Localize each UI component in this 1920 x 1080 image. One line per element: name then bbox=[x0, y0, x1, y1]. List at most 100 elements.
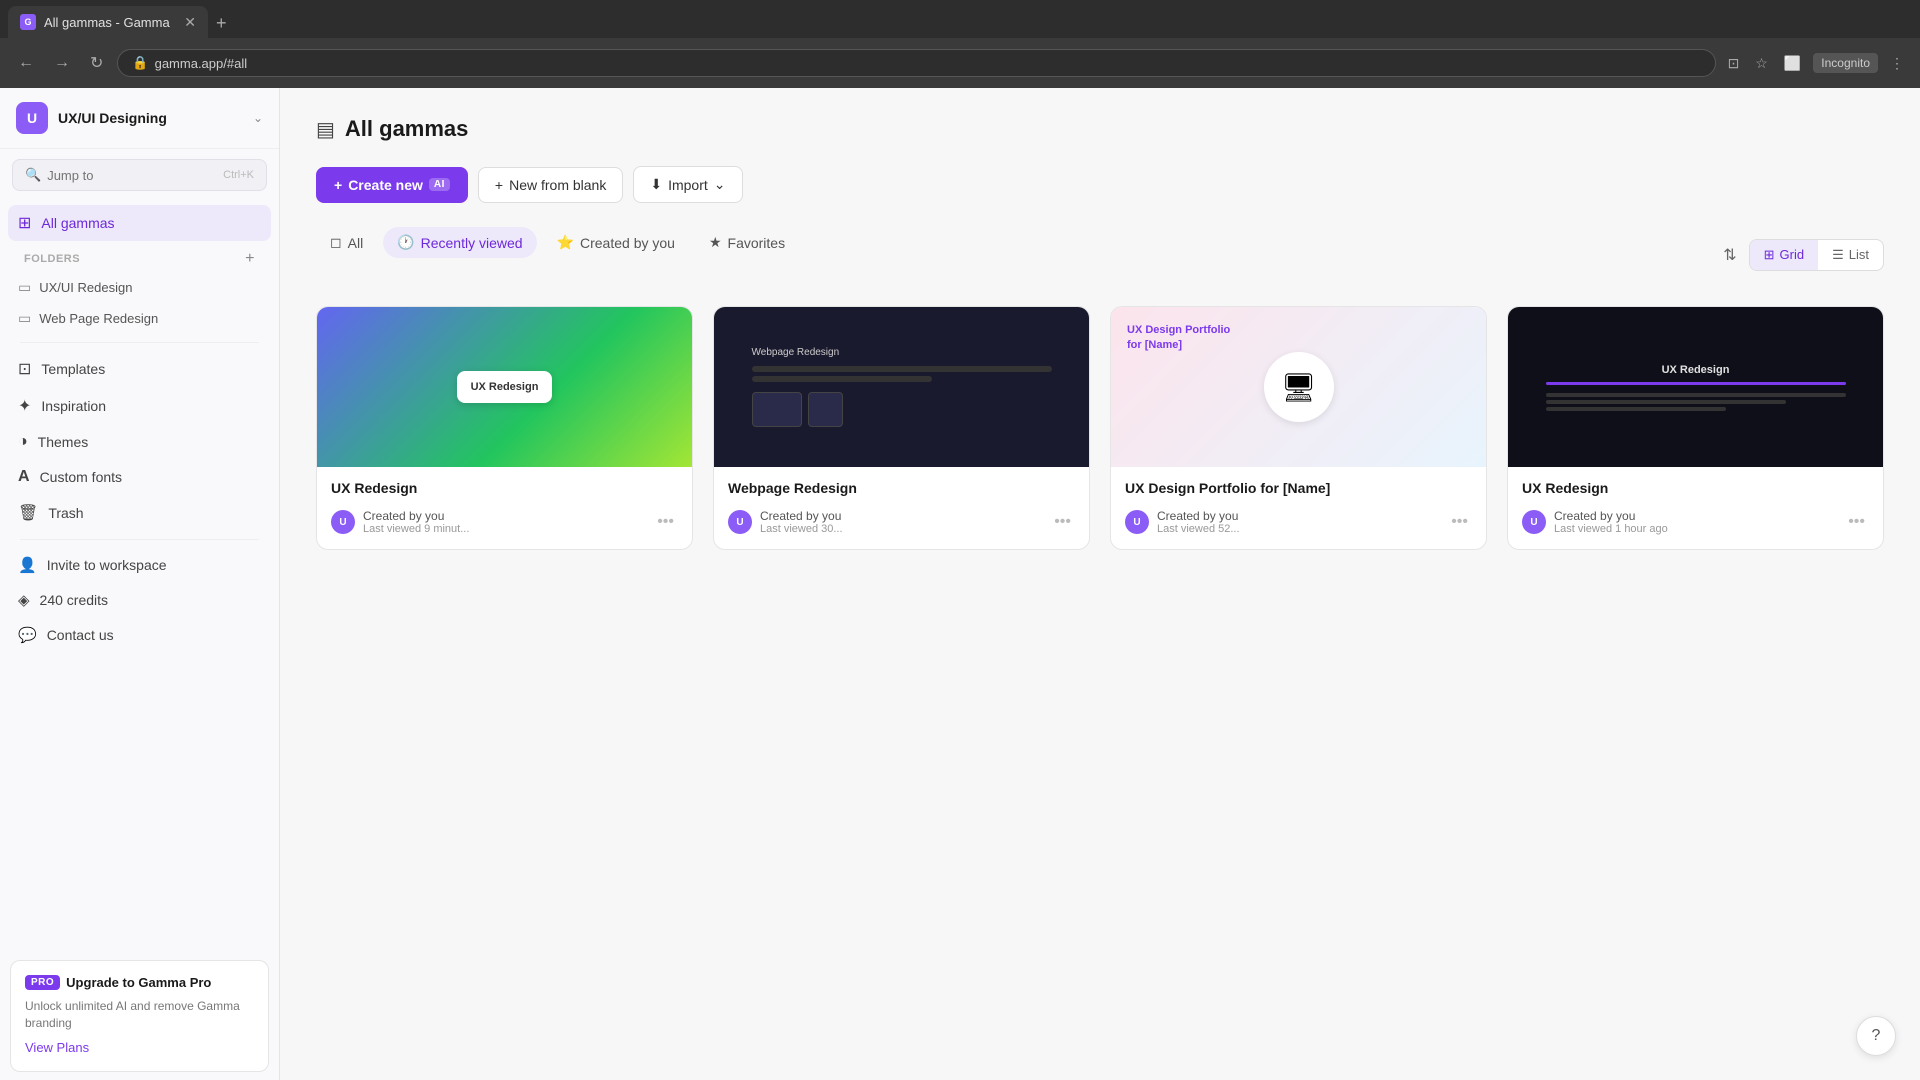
card-meta-text: Created by you Last viewed 52... bbox=[1157, 509, 1439, 535]
bookmark-star-button[interactable]: ☆ bbox=[1751, 51, 1772, 76]
nav-trash[interactable]: 🗑 Trash bbox=[8, 495, 271, 531]
nav-custom-fonts[interactable]: A Custom fonts bbox=[8, 460, 271, 494]
card-body: UX Design Portfolio for [Name] U Created… bbox=[1111, 467, 1486, 549]
view-toggle: ⊞ Grid ☰ List bbox=[1749, 239, 1884, 271]
trash-label: Trash bbox=[48, 505, 261, 521]
filter-created-label: Created by you bbox=[580, 235, 675, 251]
card-title: UX Redesign bbox=[331, 479, 678, 497]
avatar: U bbox=[331, 510, 355, 534]
folder-label: Web Page Redesign bbox=[39, 311, 158, 326]
filter-all-tab[interactable]: ◻ All bbox=[316, 227, 377, 258]
filter-all-icon: ◻ bbox=[330, 234, 342, 251]
card-meta-text: Created by you Last viewed 1 hour ago bbox=[1554, 509, 1836, 535]
list-view-button[interactable]: ☰ List bbox=[1818, 240, 1883, 270]
custom-fonts-label: Custom fonts bbox=[40, 469, 261, 485]
card-body: UX Redesign U Created by you Last viewed… bbox=[317, 467, 692, 549]
filter-all-label: All bbox=[348, 235, 364, 251]
card-body: UX Redesign U Created by you Last viewed… bbox=[1508, 467, 1883, 549]
nav-all-gammas[interactable]: ⊞ All gammas bbox=[8, 205, 271, 241]
nav-invite[interactable]: 👤 Invite to workspace bbox=[8, 548, 271, 582]
help-button[interactable]: ? bbox=[1856, 1016, 1896, 1056]
card-body: Webpage Redesign U Created by you Last v… bbox=[714, 467, 1089, 549]
card-meta: U Created by you Last viewed 1 hour ago … bbox=[1522, 509, 1869, 535]
folder-icon: ▭ bbox=[18, 310, 31, 327]
filter-recently-icon: 🕐 bbox=[397, 234, 414, 251]
templates-icon: ⊡ bbox=[18, 359, 31, 379]
card-last-viewed: Last viewed 52... bbox=[1157, 523, 1439, 535]
filter-favorites-tab[interactable]: ★ Favorites bbox=[695, 227, 799, 258]
card-meta: U Created by you Last viewed 9 minut... … bbox=[331, 509, 678, 535]
menu-button[interactable]: ⋮ bbox=[1886, 51, 1908, 76]
nav-inspiration[interactable]: ✦ Inspiration bbox=[8, 388, 271, 424]
workspace-chevron-icon[interactable]: ⌄ bbox=[253, 111, 263, 125]
filter-tabs: ◻ All 🕐 Recently viewed ⭐ Created by you… bbox=[316, 227, 1717, 258]
card-menu-button[interactable]: ••• bbox=[1844, 511, 1869, 533]
import-label: Import bbox=[668, 177, 708, 193]
custom-fonts-icon: A bbox=[18, 468, 30, 486]
active-tab[interactable]: G All gammas - Gamma ✕ bbox=[8, 6, 208, 38]
cast-button[interactable]: ⊡ bbox=[1724, 51, 1744, 76]
forward-button[interactable]: → bbox=[48, 50, 76, 76]
card-menu-button[interactable]: ••• bbox=[1050, 511, 1075, 533]
avatar: U bbox=[728, 510, 752, 534]
search-bar[interactable]: 🔍 Ctrl+K bbox=[12, 159, 267, 191]
card-thumbnail: Webpage Redesign bbox=[714, 307, 1089, 467]
browser-tabs: G All gammas - Gamma ✕ + bbox=[0, 0, 1920, 38]
folder-web-page[interactable]: ▭ Web Page Redesign bbox=[8, 303, 271, 334]
refresh-button[interactable]: ↻ bbox=[84, 49, 109, 77]
filter-recently-viewed-tab[interactable]: 🕐 Recently viewed bbox=[383, 227, 536, 258]
filter-favorites-icon: ★ bbox=[709, 234, 722, 251]
trash-icon: 🗑 bbox=[18, 503, 38, 523]
nav-themes[interactable]: ◑ Themes bbox=[8, 425, 271, 459]
sidebar-nav: ⊞ All gammas Folders + ▭ UX/UI Redesign … bbox=[0, 201, 279, 950]
card-meta-text: Created by you Last viewed 30... bbox=[760, 509, 1042, 535]
card-menu-button[interactable]: ••• bbox=[653, 511, 678, 533]
sidebar: U UX/UI Designing ⌄ 🔍 Ctrl+K ⊞ All gamma… bbox=[0, 88, 280, 1080]
create-new-label: Create new bbox=[348, 177, 423, 193]
invite-label: Invite to workspace bbox=[47, 557, 167, 573]
folder-ux-redesign[interactable]: ▭ UX/UI Redesign bbox=[8, 272, 271, 303]
tab-button[interactable]: ⬜ bbox=[1780, 51, 1805, 76]
browser-chrome: G All gammas - Gamma ✕ + ← → ↻ 🔒 gamma.a… bbox=[0, 0, 1920, 88]
table-row[interactable]: UX Redesign UX Redesign U Created by you bbox=[1507, 306, 1884, 550]
nav-contact[interactable]: 💬 Contact us bbox=[8, 618, 271, 652]
card-title: UX Redesign bbox=[1522, 479, 1869, 497]
table-row[interactable]: UX Design Portfoliofor [Name] 🖥 UX Desig… bbox=[1110, 306, 1487, 550]
close-tab-button[interactable]: ✕ bbox=[184, 14, 196, 31]
card-creator: Created by you bbox=[760, 509, 1042, 523]
grid-label: Grid bbox=[1780, 247, 1805, 262]
create-new-button[interactable]: + Create new AI bbox=[316, 167, 468, 203]
card-meta: U Created by you Last viewed 30... ••• bbox=[728, 509, 1075, 535]
card-menu-button[interactable]: ••• bbox=[1447, 511, 1472, 533]
filter-favorites-label: Favorites bbox=[728, 235, 786, 251]
all-gammas-icon: ⊞ bbox=[18, 213, 31, 233]
sidebar-divider-2 bbox=[20, 539, 259, 540]
sort-button[interactable]: ⇅ bbox=[1717, 239, 1742, 271]
workspace-avatar: U bbox=[16, 102, 48, 134]
card-title: Webpage Redesign bbox=[728, 479, 1075, 497]
import-button[interactable]: ⬇ Import ⌄ bbox=[633, 166, 742, 203]
back-button[interactable]: ← bbox=[12, 50, 40, 76]
nav-all-gammas-label: All gammas bbox=[41, 215, 261, 231]
inspiration-icon: ✦ bbox=[18, 396, 31, 416]
new-tab-button[interactable]: + bbox=[208, 9, 235, 38]
address-bar[interactable]: 🔒 gamma.app/#all bbox=[117, 49, 1715, 77]
view-controls: ⇅ ⊞ Grid ☰ List bbox=[1717, 239, 1884, 271]
upgrade-description: Unlock unlimited AI and remove Gamma bra… bbox=[25, 998, 254, 1032]
table-row[interactable]: Webpage Redesign Webpage Redesign U bbox=[713, 306, 1090, 550]
filter-created-by-you-tab[interactable]: ⭐ Created by you bbox=[543, 227, 689, 258]
sidebar-header: U UX/UI Designing ⌄ bbox=[0, 88, 279, 149]
nav-templates[interactable]: ⊡ Templates bbox=[8, 351, 271, 387]
nav-credits[interactable]: ◈ 240 credits bbox=[8, 583, 271, 617]
view-plans-link[interactable]: View Plans bbox=[25, 1040, 89, 1055]
table-row[interactable]: UX Redesign UX Redesign U Created by you… bbox=[316, 306, 693, 550]
new-from-blank-button[interactable]: + New from blank bbox=[478, 167, 623, 203]
themes-label: Themes bbox=[38, 434, 261, 450]
add-folder-button[interactable]: + bbox=[245, 250, 255, 268]
browser-nav: ← → ↻ 🔒 gamma.app/#all ⊡ ☆ ⬜ Incognito ⋮ bbox=[0, 38, 1920, 88]
search-input[interactable] bbox=[47, 168, 217, 183]
invite-icon: 👤 bbox=[18, 556, 37, 574]
grid-view-button[interactable]: ⊞ Grid bbox=[1750, 240, 1818, 270]
ai-badge: AI bbox=[429, 178, 450, 191]
pro-badge: PRO Upgrade to Gamma Pro bbox=[25, 975, 254, 990]
